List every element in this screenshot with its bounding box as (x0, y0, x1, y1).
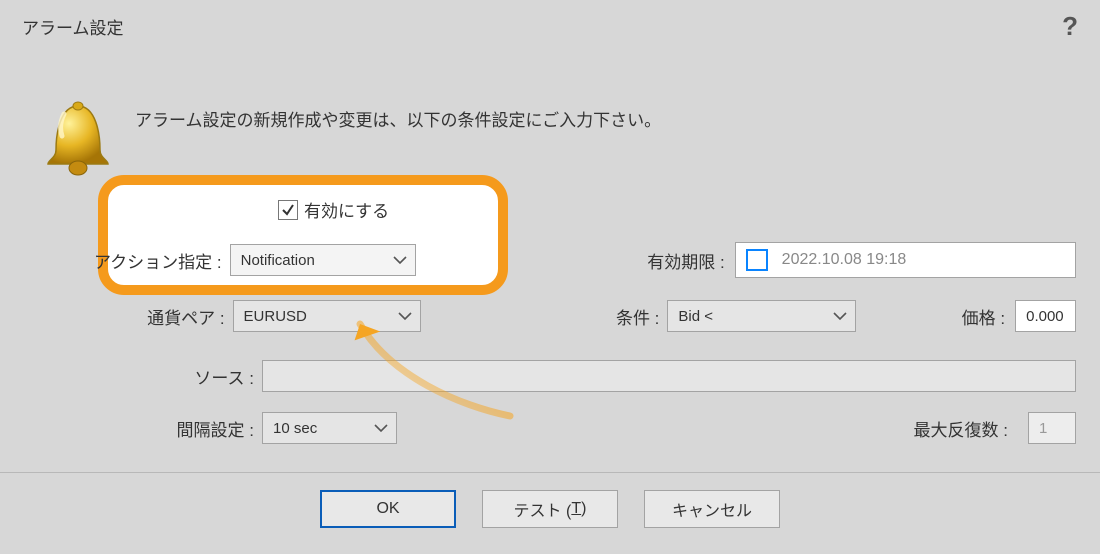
titlebar: アラーム設定 ? (0, 0, 1100, 52)
source-label: ソース : (0, 364, 262, 389)
test-key: T (571, 500, 581, 518)
enable-label: 有効にする (304, 197, 389, 222)
enable-field: 有効にする (278, 197, 389, 222)
condition-select[interactable]: Bid < (667, 300, 856, 332)
chevron-down-icon (833, 311, 847, 321)
condition-label: 条件 : (599, 304, 659, 329)
test-label-pre: テスト ( (514, 497, 572, 521)
action-value: Notification (241, 252, 315, 269)
chevron-down-icon (393, 255, 407, 265)
price-value: 0.000 (1026, 308, 1064, 325)
expiration-field[interactable]: 2022.10.08 19:18 (735, 242, 1076, 278)
action-select[interactable]: Notification (230, 244, 417, 276)
condition-value: Bid < (678, 308, 713, 325)
expiration-checkbox[interactable] (746, 249, 768, 271)
pair-value: EURUSD (244, 308, 307, 325)
cancel-button[interactable]: キャンセル (644, 490, 780, 528)
max-iter-label: 最大反復数 : (914, 416, 1008, 441)
help-button[interactable]: ? (1062, 11, 1078, 42)
row-pair: 通貨ペア : EURUSD 条件 : Bid < 価格 : 0.000 (0, 300, 1076, 332)
max-iter-input[interactable]: 1 (1028, 412, 1076, 444)
annotation-arrow (340, 296, 530, 431)
bell-icon (42, 100, 114, 187)
max-iter-value: 1 (1039, 420, 1047, 437)
row-source: ソース : (0, 360, 1076, 392)
dialog-title: アラーム設定 (22, 14, 124, 39)
pair-label: 通貨ペア : (0, 304, 233, 329)
cancel-label: キャンセル (672, 497, 752, 521)
separator (0, 472, 1100, 473)
expiration-value: 2022.10.08 19:18 (782, 251, 907, 269)
test-button[interactable]: テスト (T) (482, 490, 618, 528)
enable-checkbox[interactable] (278, 200, 298, 220)
action-label: アクション指定 : (0, 248, 230, 273)
button-bar: OK テスト (T) キャンセル (0, 490, 1100, 528)
highlight-callout (98, 175, 508, 295)
row-timeout: 間隔設定 : 10 sec 最大反復数 : 1 (0, 412, 1076, 444)
intro-text: アラーム設定の新規作成や変更は、以下の条件設定にご入力下さい。 (135, 106, 661, 131)
timeout-label: 間隔設定 : (0, 416, 262, 441)
test-label-post: ) (581, 500, 586, 518)
expiration-label: 有効期限 : (630, 248, 724, 273)
price-input[interactable]: 0.000 (1015, 300, 1076, 332)
timeout-value: 10 sec (273, 420, 317, 437)
price-label: 価格 : (936, 304, 1005, 329)
ok-label: OK (376, 500, 399, 518)
ok-button[interactable]: OK (320, 490, 456, 528)
